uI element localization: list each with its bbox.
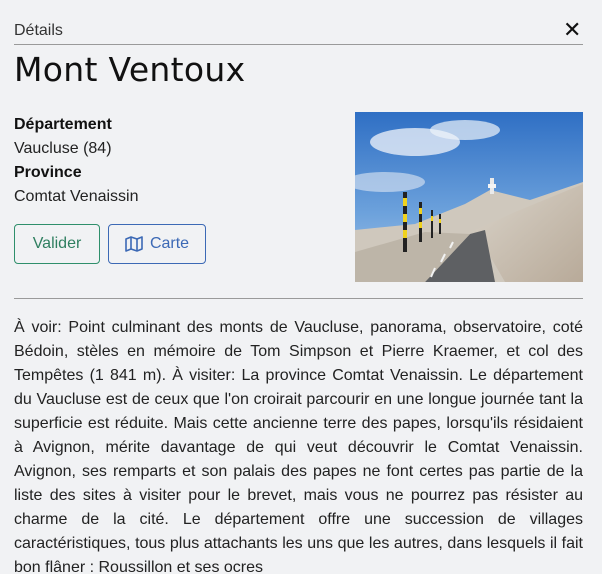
- close-button[interactable]: ✕: [563, 17, 582, 42]
- valider-button-label: Valider: [32, 235, 82, 252]
- panel-header-title: Détails: [14, 22, 63, 39]
- map-icon: [125, 236, 143, 252]
- section-divider: [14, 298, 583, 299]
- valider-button[interactable]: Valider: [14, 224, 100, 264]
- close-icon: ✕: [563, 17, 582, 42]
- place-description: À voir: Point culminant des monts de Vau…: [14, 319, 583, 574]
- panel-header: Détails ✕: [14, 17, 583, 45]
- departement-value: Vaucluse (84): [14, 140, 112, 157]
- place-photo: [355, 112, 583, 282]
- province-label: Province: [14, 164, 82, 181]
- details-panel: Détails ✕ Mont Ventoux Département Vaucl…: [14, 0, 583, 574]
- province-value: Comtat Venaissin: [14, 188, 139, 205]
- carte-button[interactable]: Carte: [108, 224, 206, 264]
- departement-label: Département: [14, 116, 112, 133]
- place-title: Mont Ventoux: [14, 50, 246, 89]
- carte-button-label: Carte: [149, 235, 190, 252]
